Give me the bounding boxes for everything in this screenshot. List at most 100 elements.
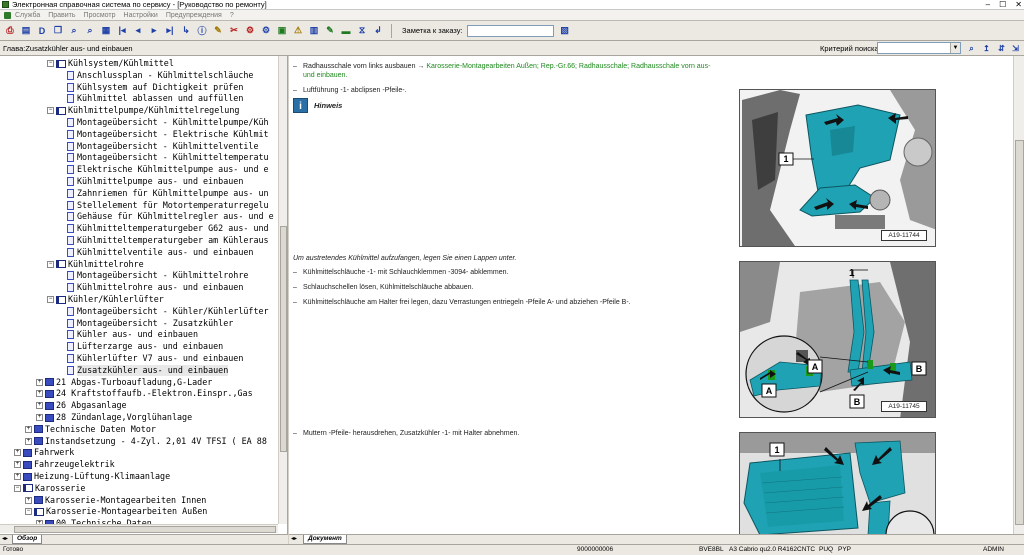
tree-item[interactable]: Montageübersicht - Kühlmittelpumpe/Küh — [58, 117, 269, 128]
expand-icon[interactable]: + — [14, 461, 21, 469]
expand-icon[interactable]: + — [25, 425, 32, 433]
tree-item[interactable]: − Karosserie-Montagearbeiten Außen — [25, 506, 207, 517]
electrics-button[interactable]: ▥ — [307, 24, 321, 38]
menu-help[interactable]: ? — [230, 12, 234, 19]
tab-document[interactable]: Документ — [303, 535, 347, 544]
arrow-button[interactable]: ↲ — [371, 24, 385, 38]
tree-item[interactable]: Kühlmittelpumpe aus- und einbauen — [58, 176, 243, 187]
tree-item[interactable]: − Kühlmittelpumpe/Kühlmittelregelung — [47, 105, 239, 116]
expand-icon[interactable]: + — [25, 496, 32, 504]
vehicle-button[interactable]: ▬ — [339, 24, 353, 38]
tree-item[interactable]: + Heizung-Lüftung-Klimaanlage — [14, 471, 170, 482]
tree-vertical-scrollbar[interactable] — [278, 56, 287, 524]
expand-icon[interactable]: + — [14, 449, 21, 457]
bookmark-button[interactable]: ↳ — [179, 24, 193, 38]
menu-edit[interactable]: Править — [48, 12, 75, 19]
copy-button[interactable]: ❐ — [51, 24, 65, 38]
app-menu-icon[interactable] — [4, 11, 11, 19]
collapse-icon[interactable]: − — [25, 508, 32, 516]
expand-icon[interactable]: + — [36, 390, 43, 398]
scrollbar-thumb[interactable] — [14, 526, 276, 533]
close-button[interactable]: ✕ — [1015, 0, 1022, 10]
tree-item[interactable]: Kühler aus- und einbauen — [58, 329, 198, 340]
tree-item[interactable]: + Karosserie-Montagearbeiten Innen — [25, 495, 206, 506]
menu-view[interactable]: Просмотр — [84, 12, 116, 19]
engine-button[interactable]: ⚙ — [243, 24, 257, 38]
notes-button[interactable]: ▦ — [99, 24, 113, 38]
tree-item[interactable]: Montageübersicht - Kühlmitteltemperatu — [58, 152, 269, 163]
menu-warnings[interactable]: Предупреждения — [166, 12, 222, 19]
collapse-icon[interactable]: − — [47, 260, 54, 268]
tree-item[interactable]: Kühlmittelventile aus- und einbauen — [58, 247, 253, 258]
tree-item[interactable]: Montageübersicht - Kühlmittelrohre — [58, 270, 248, 281]
clipboard-icon[interactable]: ▧ — [558, 24, 572, 38]
gearbox-button[interactable]: ⚙ — [259, 24, 273, 38]
collapse-icon[interactable]: − — [14, 484, 21, 492]
menu-service[interactable]: Служба — [15, 12, 40, 19]
tree-item[interactable]: Stellelement für Motortemperaturregelu — [58, 200, 269, 211]
tree-item[interactable]: Kühlmitteltemperaturgeber am Kühleraus — [58, 235, 269, 246]
prev-button[interactable]: ◂ — [131, 24, 145, 38]
warning-button[interactable]: ⚠ — [291, 24, 305, 38]
tree-item[interactable]: +28 Zündanlage,Vorglühanlage — [36, 412, 192, 423]
tree-item[interactable]: Anschlussplan - Kühlmittelschläuche — [58, 70, 253, 81]
tree-item[interactable]: Lüfterzarge aus- und einbauen — [58, 341, 223, 352]
tools-button[interactable]: ✂ — [227, 24, 241, 38]
filter-icon[interactable]: ⇵ — [995, 42, 1008, 55]
tree-item[interactable]: Kühlmittel ablassen und auffüllen — [58, 93, 243, 104]
first-button[interactable]: |◂ — [115, 24, 129, 38]
tree-item[interactable]: − Kühlsystem/Kühlmittel — [47, 58, 174, 69]
tree-item[interactable]: Elektrische Kühlmittelpumpe aus- und e — [58, 164, 269, 175]
document-button[interactable]: D — [35, 24, 49, 38]
info-button[interactable]: ⓘ — [195, 24, 209, 38]
criteria-select[interactable]: ▼ — [877, 42, 961, 54]
find-next-button[interactable]: ⌕ — [83, 24, 97, 38]
link-wheelhouse-liner[interactable]: Karosserie-Montagearbeiten Außen; Rep.-G… — [426, 63, 710, 70]
expand-icon[interactable]: + — [25, 437, 32, 445]
tree-item[interactable]: Kühlsystem auf Dichtigkeit prüfen — [58, 82, 243, 93]
tab-prev-icon[interactable]: ◂▸ — [291, 535, 297, 544]
tree-horizontal-scrollbar[interactable] — [0, 524, 278, 533]
last-button[interactable]: ▸| — [163, 24, 177, 38]
tab-prev-icon[interactable]: ◂▸ — [2, 535, 8, 544]
minimize-button[interactable]: – — [986, 0, 990, 10]
tree-item[interactable]: − Kühlmittelrohre — [47, 259, 144, 270]
tree-item[interactable]: +24 Kraftstoffaufb.-Elektron.Einspr.,Gas — [36, 388, 253, 399]
tree-item[interactable]: + Technische Daten Motor — [25, 424, 156, 435]
chevron-down-icon[interactable]: ▼ — [950, 43, 960, 53]
memo-input[interactable] — [466, 24, 554, 37]
link-wheelhouse-liner-cont[interactable]: und einbauen. — [303, 72, 347, 79]
tree-item[interactable]: + Fahrwerk — [14, 447, 74, 458]
menu-settings[interactable]: Настройки — [124, 12, 158, 19]
tree-item[interactable]: + Fahrzeugelektrik — [14, 459, 115, 470]
tree-item[interactable]: Zusatzkühler aus- und einbauen — [58, 364, 229, 376]
open-button[interactable]: ▤ — [19, 24, 33, 38]
tree-item[interactable]: − Karosserie — [14, 483, 85, 494]
body-button[interactable]: ▣ — [275, 24, 289, 38]
tree-item[interactable]: +26 Abgasanlage — [36, 400, 127, 411]
find-button[interactable]: ⌕ — [67, 24, 81, 38]
history-button[interactable]: ⧖ — [355, 24, 369, 38]
tree-item[interactable]: − Kühler/Kühlerlüfter — [47, 294, 164, 305]
tree-item[interactable]: + Instandsetzung - 4-Zyl. 2,01 4V TFSI ( … — [25, 436, 267, 447]
collapse-icon[interactable]: − — [47, 60, 54, 67]
document-vertical-scrollbar[interactable] — [1013, 56, 1024, 534]
expand-icon[interactable]: + — [14, 473, 21, 480]
tree-item[interactable]: Gehäuse für Kühlmittelregler aus- und e — [58, 211, 274, 222]
collapse-icon[interactable]: − — [47, 107, 54, 115]
search-icon[interactable]: ⌕ — [965, 42, 978, 55]
tab-overview[interactable]: Обзор — [12, 535, 43, 544]
expand-icon[interactable]: + — [36, 414, 43, 421]
expand-icon[interactable]: + — [36, 402, 43, 410]
tree-item[interactable]: Montageübersicht - Elektrische Kühlmit — [58, 129, 269, 140]
collapse-icon[interactable]: − — [47, 296, 54, 303]
scrollbar-thumb[interactable] — [280, 226, 287, 452]
tree-item[interactable]: Montageübersicht - Kühlmittelventile — [58, 141, 259, 152]
tree-item[interactable]: Kühlmitteltemperaturgeber G62 aus- und — [58, 223, 269, 234]
tree-item[interactable]: Montageübersicht - Kühler/Kühlerlüfter — [58, 306, 269, 317]
expand-icon[interactable]: ⇲ — [1009, 42, 1022, 55]
repair-button[interactable]: ✎ — [323, 24, 337, 38]
next-button[interactable]: ▸ — [147, 24, 161, 38]
maximize-button[interactable]: ☐ — [999, 0, 1006, 10]
print-button[interactable]: ⎙ — [3, 24, 17, 38]
